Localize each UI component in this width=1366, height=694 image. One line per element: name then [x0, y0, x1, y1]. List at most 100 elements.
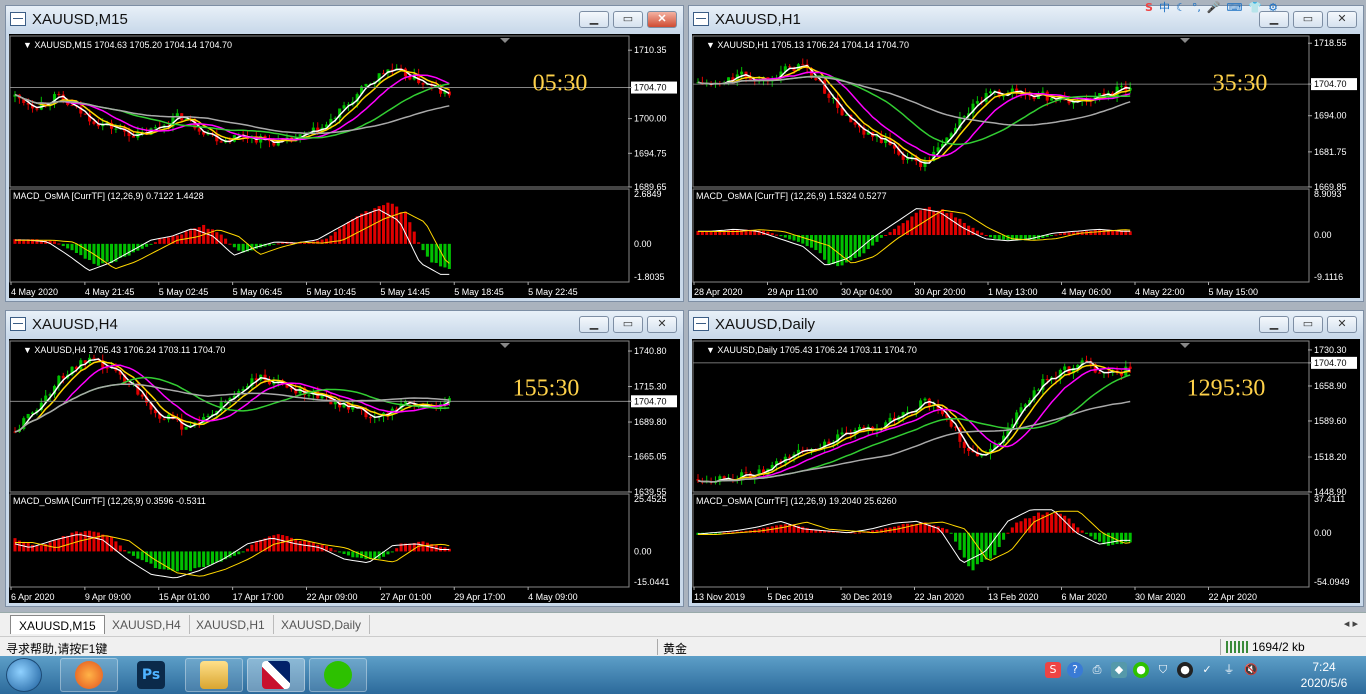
osma-histogram-bar	[35, 545, 39, 552]
macd-panel-frame	[692, 493, 1310, 588]
osma-histogram-bar	[395, 548, 399, 552]
osma-histogram-bar	[443, 243, 447, 268]
maximize-button[interactable]: ▭	[613, 316, 643, 333]
candle-countdown-timer: 1295:30	[1187, 375, 1266, 401]
chart-window-h1[interactable]: XAUUSD,H1 ▁ ▭ ✕ ▼ XAUUSD,H1 1705.13 1706…	[688, 5, 1364, 302]
osma-histogram-bar	[175, 551, 179, 572]
punctuation-icon[interactable]: °,	[1192, 1, 1201, 14]
chart-canvas[interactable]: ▼ XAUUSD,M15 1704.63 1705.20 1704.14 170…	[9, 34, 680, 298]
minimize-button[interactable]: ▁	[579, 316, 609, 333]
osma-histogram-bar	[368, 211, 372, 244]
wechat-tray-icon[interactable]: ●	[1133, 662, 1149, 678]
minimize-button[interactable]: ▁	[1259, 316, 1289, 333]
osma-histogram-bar	[1093, 532, 1097, 540]
taskbar-photoshop[interactable]: Ps	[122, 658, 180, 692]
status-bar: 寻求帮助,请按F1键 黄金 1694/2 kb	[0, 636, 1366, 656]
taskbar-clock[interactable]: 7:24 2020/5/6	[1294, 659, 1354, 691]
osma-histogram-bar	[421, 541, 425, 552]
minimize-button[interactable]: ▁	[579, 11, 609, 28]
maximize-button[interactable]: ▭	[613, 11, 643, 28]
chart-shift-icon	[1180, 38, 1190, 43]
chart-window-icon	[693, 12, 709, 26]
chart-shift-icon	[1180, 343, 1190, 348]
taskbar-firefox[interactable]	[60, 658, 118, 692]
tab-xauusd-m15[interactable]: XAUUSD,M15	[10, 615, 105, 634]
osma-histogram-bar	[346, 551, 350, 556]
osma-histogram-bar	[228, 243, 232, 245]
shirt-icon[interactable]: 👕	[1248, 1, 1262, 14]
tab-xauusd-daily[interactable]: XAUUSD,Daily	[273, 615, 371, 634]
power-tray-icon[interactable]: ⏚	[1221, 662, 1237, 678]
price-chart-svg[interactable]: ▼ XAUUSD,H4 1705.43 1706.24 1703.11 1704…	[9, 339, 680, 603]
qq-tray-icon[interactable]: ●	[1177, 662, 1193, 678]
osma-histogram-bar	[118, 243, 122, 258]
chart-canvas[interactable]: ▼ XAUUSD,H1 1705.13 1706.24 1704.14 1704…	[692, 34, 1360, 298]
macd-tick-label: 0.00	[634, 239, 652, 249]
time-tick-label: 30 Mar 2020	[1135, 592, 1186, 602]
maximize-button[interactable]: ▭	[1293, 316, 1323, 333]
price-tick-label: 1681.75	[1314, 147, 1347, 157]
osma-histogram-bar	[123, 550, 127, 552]
sogou-tray-icon[interactable]: S	[1045, 662, 1061, 678]
volume-tray-icon[interactable]: 🔇	[1243, 662, 1259, 678]
usb-tray-icon[interactable]: ⎙	[1089, 662, 1105, 678]
moon-icon[interactable]: ☾	[1176, 1, 1186, 14]
chinese-mode-icon[interactable]: 中	[1159, 0, 1170, 15]
ime-toolbar[interactable]: S 中 ☾ °, 🎤 ⌨ 👕 ⚙	[1145, 0, 1361, 15]
macd-indicator-label: MACD_OsMA [CurrTF] (12,26,9) 1.5324 0.52…	[696, 191, 887, 201]
close-button[interactable]: ✕	[647, 316, 677, 333]
osma-histogram-bar	[412, 231, 416, 244]
price-chart-svg[interactable]: ▼ XAUUSD,Daily 1705.43 1706.24 1703.11 1…	[692, 339, 1360, 603]
start-button[interactable]	[6, 658, 42, 692]
window-titlebar[interactable]: XAUUSD,M15 ▁ ▭ ✕	[6, 6, 683, 32]
close-button[interactable]: ✕	[1327, 316, 1357, 333]
osma-histogram-bar	[927, 206, 931, 236]
window-titlebar[interactable]: XAUUSD,Daily ▁ ▭ ✕	[689, 311, 1363, 337]
price-chart-svg[interactable]: ▼ XAUUSD,M15 1704.63 1705.20 1704.14 170…	[9, 34, 680, 298]
tab-scroll-arrows[interactable]: ◂ ▸	[1344, 617, 1358, 630]
candle-body	[840, 432, 844, 435]
network-tray-icon[interactable]: ✓	[1199, 662, 1215, 678]
time-tick-label: 17 Apr 17:00	[233, 592, 284, 602]
chart-window-daily[interactable]: XAUUSD,Daily ▁ ▭ ✕ ▼ XAUUSD,Daily 1705.4…	[688, 310, 1364, 607]
tab-xauusd-h4[interactable]: XAUUSD,H4	[104, 615, 190, 634]
osma-histogram-bar	[853, 532, 857, 534]
osma-histogram-bar	[373, 208, 377, 244]
chart-canvas[interactable]: ▼ XAUUSD,H4 1705.43 1706.24 1703.11 1704…	[9, 339, 680, 603]
osma-histogram-bar	[770, 233, 774, 236]
shield-tray-icon[interactable]: ⛉	[1155, 662, 1171, 678]
taskbar-metatrader[interactable]	[247, 658, 305, 692]
osma-histogram-bar	[1010, 235, 1014, 241]
close-button[interactable]: ✕	[647, 11, 677, 28]
time-tick-label: 5 May 02:45	[159, 287, 209, 297]
candle-body	[131, 136, 135, 138]
help-tray-icon[interactable]: ?	[1067, 662, 1083, 678]
osma-histogram-bar	[193, 228, 197, 244]
macd-tick-label: 37.4111	[1314, 494, 1345, 504]
candle-body	[92, 121, 96, 124]
osma-histogram-bar	[984, 532, 988, 560]
tab-xauusd-h1[interactable]: XAUUSD,H1	[188, 615, 274, 634]
osma-histogram-bar	[1076, 527, 1080, 533]
candle-body	[35, 108, 39, 110]
candle-body	[788, 66, 792, 68]
toolbox-icon[interactable]: ⚙	[1268, 1, 1278, 14]
osma-histogram-bar	[118, 545, 122, 552]
osma-histogram-bar	[792, 235, 796, 241]
window-titlebar[interactable]: XAUUSD,H4 ▁ ▭ ✕	[6, 311, 683, 337]
keyboard-icon[interactable]: ⌨	[1227, 1, 1243, 14]
chart-window-h4[interactable]: XAUUSD,H4 ▁ ▭ ✕ ▼ XAUUSD,H4 1705.43 1706…	[5, 310, 684, 607]
cube-tray-icon[interactable]: ◆	[1111, 662, 1127, 678]
osma-histogram-bar	[892, 228, 896, 236]
osma-histogram-bar	[421, 243, 425, 251]
taskbar-wechat[interactable]	[309, 658, 367, 692]
microphone-icon[interactable]: 🎤	[1207, 1, 1221, 14]
taskbar-file-explorer[interactable]	[185, 658, 243, 692]
sogou-icon[interactable]: S	[1145, 1, 1153, 14]
candle-body	[140, 394, 144, 397]
chart-canvas[interactable]: ▼ XAUUSD,Daily 1705.43 1706.24 1703.11 1…	[692, 339, 1360, 603]
osma-histogram-bar	[364, 551, 368, 560]
osma-histogram-bar	[980, 532, 984, 562]
chart-window-m15[interactable]: XAUUSD,M15 ▁ ▭ ✕ ▼ XAUUSD,M15 1704.63 17…	[5, 5, 684, 302]
price-chart-svg[interactable]: ▼ XAUUSD,H1 1705.13 1706.24 1704.14 1704…	[692, 34, 1360, 298]
